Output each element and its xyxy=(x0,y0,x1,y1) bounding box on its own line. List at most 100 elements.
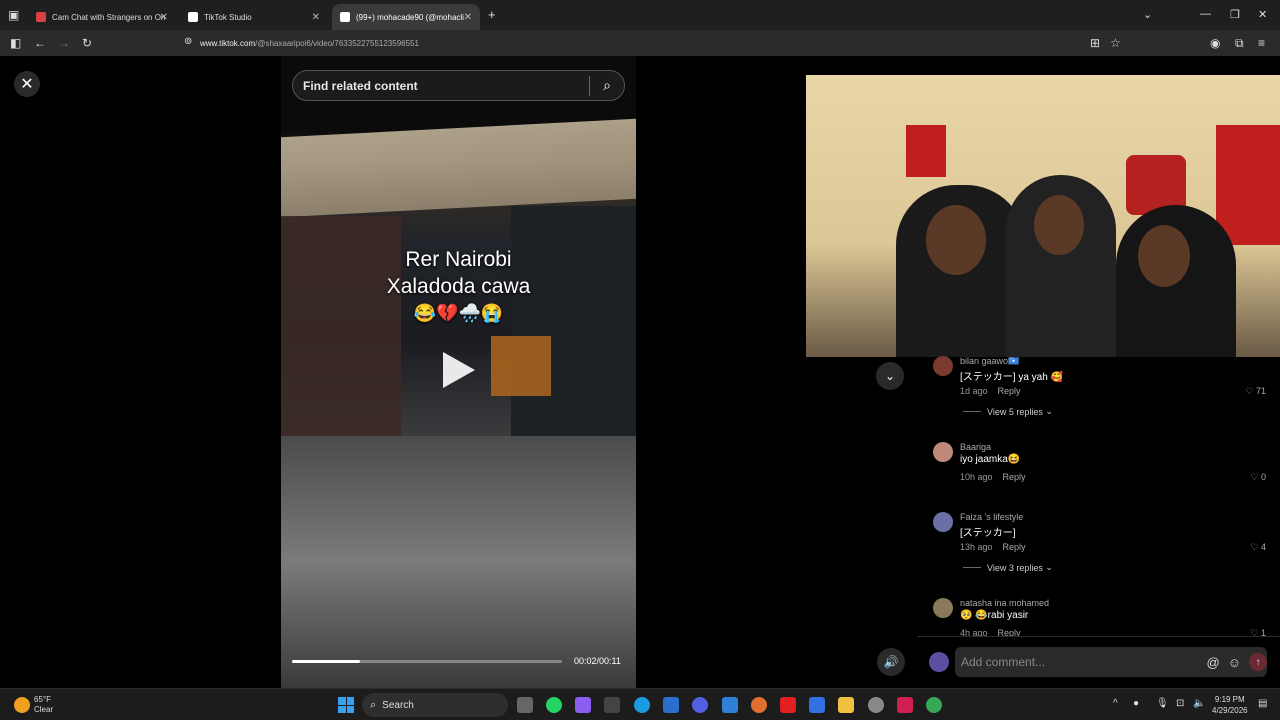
tray-app-icon[interactable]: ● xyxy=(1133,698,1139,709)
tab-close-icon[interactable]: ✕ xyxy=(312,12,320,23)
tab-close-icon[interactable]: ✕ xyxy=(160,12,168,23)
volume-button[interactable]: 🔊 xyxy=(877,648,905,676)
video-time: 00:02/00:11 xyxy=(574,656,621,666)
weather-widget[interactable]: 65°F Clear xyxy=(14,695,53,715)
heart-icon[interactable]: ♡ xyxy=(1250,472,1258,482)
comment-text: iyo jaamka😆 xyxy=(960,454,1021,465)
whatsapp-icon[interactable] xyxy=(546,697,562,713)
microphone-icon[interactable]: 🎙 xyxy=(1156,698,1169,709)
notifications-icon[interactable]: ▤ xyxy=(1258,698,1267,709)
app-icon[interactable] xyxy=(868,697,884,713)
comment-username[interactable]: Baariga xyxy=(960,442,991,452)
tab-1[interactable]: TikTok Studio ✕ xyxy=(180,4,328,30)
comment-username[interactable]: Faiza 's lifestyle xyxy=(960,512,1023,522)
file-explorer-icon[interactable] xyxy=(838,697,854,713)
sidebar-icon[interactable]: ◧ xyxy=(10,36,21,50)
install-app-icon[interactable]: ⊞ xyxy=(1090,36,1100,50)
reply-button[interactable]: Reply xyxy=(1003,542,1026,552)
back-icon[interactable]: ← xyxy=(34,36,46,50)
view-replies-button[interactable]: View 5 replies ⌄ xyxy=(963,406,1053,417)
bookmark-star-icon[interactable]: ☆ xyxy=(1110,36,1121,50)
avatar[interactable] xyxy=(933,356,953,376)
person-face xyxy=(926,205,986,275)
tab-close-icon[interactable]: ✕ xyxy=(464,12,472,23)
window-close-icon[interactable]: ✕ xyxy=(1258,8,1267,21)
heart-icon[interactable]: ♡ xyxy=(1250,628,1258,636)
avatar xyxy=(929,652,949,672)
extensions-icon[interactable]: ⧉ xyxy=(1235,36,1244,51)
mention-icon[interactable]: @ xyxy=(1207,655,1220,670)
firefox-icon[interactable] xyxy=(751,697,767,713)
app-icon[interactable] xyxy=(809,697,825,713)
edge-icon[interactable] xyxy=(634,697,650,713)
forward-icon[interactable]: → xyxy=(58,36,70,50)
store-icon[interactable] xyxy=(663,697,679,713)
copilot-icon[interactable] xyxy=(575,697,591,713)
address-bar[interactable]: ⊚ www.tiktok.com/@shaxaaripoi6/video/763… xyxy=(176,33,1130,53)
restore-icon[interactable]: ❐ xyxy=(1230,8,1240,21)
related-search-bar[interactable]: Find related content ⌕ xyxy=(292,70,625,101)
cortana-icon[interactable] xyxy=(692,697,708,713)
avatar[interactable] xyxy=(933,512,953,532)
video-progress-bar[interactable] xyxy=(292,660,562,663)
chevron-down-icon: ⌄ xyxy=(1045,406,1053,416)
profile-icon[interactable]: ◉ xyxy=(1210,36,1220,50)
close-video-button[interactable]: ✕ xyxy=(14,71,40,97)
person-face xyxy=(1138,225,1190,287)
tab-2[interactable]: (99+) mohacade90 (@mohacli ✕ xyxy=(332,4,480,30)
heart-icon[interactable]: ♡ xyxy=(1250,542,1258,552)
tab-actions-icon[interactable]: ▣ xyxy=(8,8,19,22)
new-tab-button[interactable]: + xyxy=(488,7,496,22)
related-search-input[interactable]: Find related content xyxy=(303,79,589,93)
avatar[interactable] xyxy=(933,598,953,618)
close-icon: ✕ xyxy=(20,76,34,93)
webcam-overlay xyxy=(806,75,1280,357)
person-face xyxy=(1034,195,1084,255)
reply-button[interactable]: Reply xyxy=(1003,472,1026,482)
comment-time: 4h ago xyxy=(960,628,988,636)
taskbar-search[interactable]: ⌕ Search xyxy=(362,693,508,717)
comment-input[interactable]: Add comment... @ ☺ xyxy=(955,647,1267,677)
minimize-icon[interactable]: — xyxy=(1200,8,1211,20)
comment-input-placeholder[interactable]: Add comment... xyxy=(961,655,1207,669)
avatar[interactable] xyxy=(933,442,953,462)
play-icon[interactable] xyxy=(443,352,475,388)
comment-username[interactable]: bilan gaawo🇸🇴 xyxy=(960,356,1019,367)
search-icon[interactable]: ⌕ xyxy=(590,77,624,94)
tiktok-icon[interactable] xyxy=(897,697,913,713)
volume-icon: 🔊 xyxy=(883,655,899,669)
reload-icon[interactable]: ↻ xyxy=(82,36,92,50)
view-replies-button[interactable]: View 3 replies ⌄ xyxy=(963,562,1053,573)
comment-text: 🥺 😂rabi yasir xyxy=(960,610,1029,621)
comment-composer: Add comment... @ ☺ ↑ xyxy=(917,636,1280,688)
start-button[interactable] xyxy=(338,697,354,713)
emoji-icon[interactable]: ☺ xyxy=(1228,655,1241,670)
comment-time: 1d ago xyxy=(960,386,988,396)
comment-username[interactable]: natasha ina mohamed xyxy=(960,598,1049,608)
tab-search-icon[interactable]: ⌄ xyxy=(1143,8,1152,21)
tray-overflow-icon[interactable]: ^ xyxy=(1113,698,1118,709)
tab-0[interactable]: Cam Chat with Strangers on On ✕ xyxy=(28,4,176,30)
wall-flag xyxy=(1216,125,1280,245)
taskbar-search-label: Search xyxy=(382,699,414,711)
video-player[interactable]: Find related content ⌕ Rer Nairobi Xalad… xyxy=(281,56,636,688)
site-info-icon[interactable]: ⊚ xyxy=(184,36,192,47)
video-frame-shop xyxy=(491,336,551,396)
send-button[interactable]: ↑ xyxy=(1249,653,1267,671)
reply-button[interactable]: Reply xyxy=(998,386,1021,396)
task-view-icon[interactable] xyxy=(517,697,533,713)
menu-icon[interactable]: ≡ xyxy=(1258,36,1265,50)
url-text: www.tiktok.com/@shaxaaripoi6/video/76335… xyxy=(200,38,419,48)
reply-button[interactable]: Reply xyxy=(998,628,1021,636)
speaker-icon[interactable]: 🔈 xyxy=(1193,698,1205,709)
mail-icon[interactable] xyxy=(722,697,738,713)
network-icon[interactable]: ⊡ xyxy=(1176,698,1184,709)
chrome-icon[interactable] xyxy=(926,697,942,713)
taskbar-clock[interactable]: 9:19 PM 4/29/2026 xyxy=(1212,694,1248,716)
heart-icon[interactable]: ♡ xyxy=(1245,386,1253,396)
browser-tab-strip: ▣ Cam Chat with Strangers on On ✕ TikTok… xyxy=(0,0,1280,30)
youtube-icon[interactable] xyxy=(780,697,796,713)
podcast-app-icon[interactable] xyxy=(604,697,620,713)
video-frame-street xyxy=(281,436,636,688)
collapse-button[interactable]: ⌄ xyxy=(876,362,904,390)
